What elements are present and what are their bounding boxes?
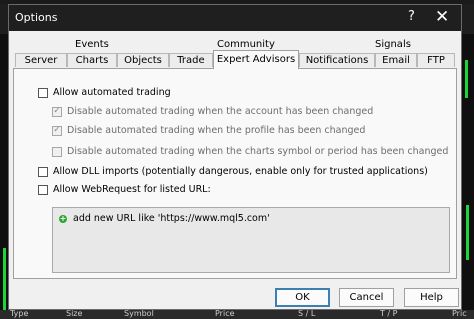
disable-on-profile-change-checkbox (52, 125, 62, 136)
allow-automated-trading-option[interactable]: Allow automated trading (38, 87, 171, 98)
checkbox-label: Disable automated trading when the accou… (67, 106, 374, 117)
allow-automated-trading-checkbox[interactable] (38, 87, 48, 98)
help-icon[interactable]: ? (408, 9, 415, 24)
column-header: T / P (380, 309, 398, 318)
options-dialog: Options ? ✕ Events Community Signals Ser… (8, 4, 462, 310)
disable-on-profile-change-option: Disable automated trading when the profi… (52, 125, 365, 136)
close-icon[interactable]: ✕ (435, 7, 449, 27)
url-list[interactable]: + add new URL like 'https://www.mql5.com… (52, 207, 450, 273)
terminal-column-headers: Type Size Symbol Price S / L T / P Pric (0, 309, 474, 319)
window-title: Options (15, 11, 58, 24)
chart-background-left (0, 34, 8, 310)
add-url-item[interactable]: + add new URL like 'https://www.mql5.com… (59, 213, 270, 224)
tab-notifications[interactable]: Notifications (299, 53, 375, 67)
chart-candle (466, 205, 469, 260)
disable-on-account-change-checkbox (52, 106, 62, 117)
tab-server[interactable]: Server (15, 53, 67, 67)
allow-webrequest-checkbox[interactable] (38, 184, 48, 195)
disable-on-account-change-option: Disable automated trading when the accou… (52, 106, 373, 117)
ok-button[interactable]: OK (275, 288, 330, 307)
column-header: Price (215, 309, 235, 318)
allow-webrequest-option[interactable]: Allow WebRequest for listed URL: (38, 184, 211, 195)
allow-dll-imports-option[interactable]: Allow DLL imports (potentially dangerous… (38, 166, 428, 177)
tab-trade[interactable]: Trade (169, 53, 213, 67)
column-header: Symbol (124, 309, 154, 318)
column-header: Type (10, 309, 29, 318)
tab-community[interactable]: Community (217, 39, 275, 50)
checkbox-label: Disable automated trading when the profi… (67, 125, 366, 136)
cancel-button[interactable]: Cancel (339, 288, 394, 307)
tab-expert-advisors[interactable]: Expert Advisors (213, 50, 299, 69)
tab-row-front: Server Charts Objects Trade Expert Advis… (13, 50, 457, 69)
disable-on-symbol-change-checkbox (52, 146, 62, 157)
checkbox-label: Disable automated trading when the chart… (67, 146, 449, 157)
chart-candle (3, 248, 6, 310)
add-icon: + (59, 213, 67, 223)
checkbox-label: Allow DLL imports (potentially dangerous… (53, 166, 428, 177)
tab-ftp[interactable]: FTP (417, 53, 455, 67)
disable-on-symbol-change-option: Disable automated trading when the chart… (52, 146, 448, 157)
tab-objects[interactable]: Objects (117, 53, 169, 67)
tab-signals[interactable]: Signals (375, 39, 411, 50)
add-url-label: add new URL like 'https://www.mql5.com' (73, 213, 270, 224)
help-button[interactable]: Help (404, 288, 459, 307)
expert-advisors-panel: Allow automated trading Disable automate… (13, 69, 457, 279)
tab-email[interactable]: Email (375, 53, 417, 67)
tab-events[interactable]: Events (75, 39, 109, 50)
checkbox-label: Allow automated trading (53, 87, 171, 98)
checkbox-label: Allow WebRequest for listed URL: (53, 184, 211, 195)
chart-candle (465, 60, 468, 98)
tab-charts[interactable]: Charts (67, 53, 117, 67)
allow-dll-imports-checkbox[interactable] (38, 166, 48, 177)
column-header: Pric (452, 309, 467, 318)
chart-background-right (462, 34, 474, 310)
column-header: Size (66, 309, 83, 318)
column-header: S / L (298, 309, 316, 318)
title-bar: Options ? ✕ (9, 5, 461, 31)
